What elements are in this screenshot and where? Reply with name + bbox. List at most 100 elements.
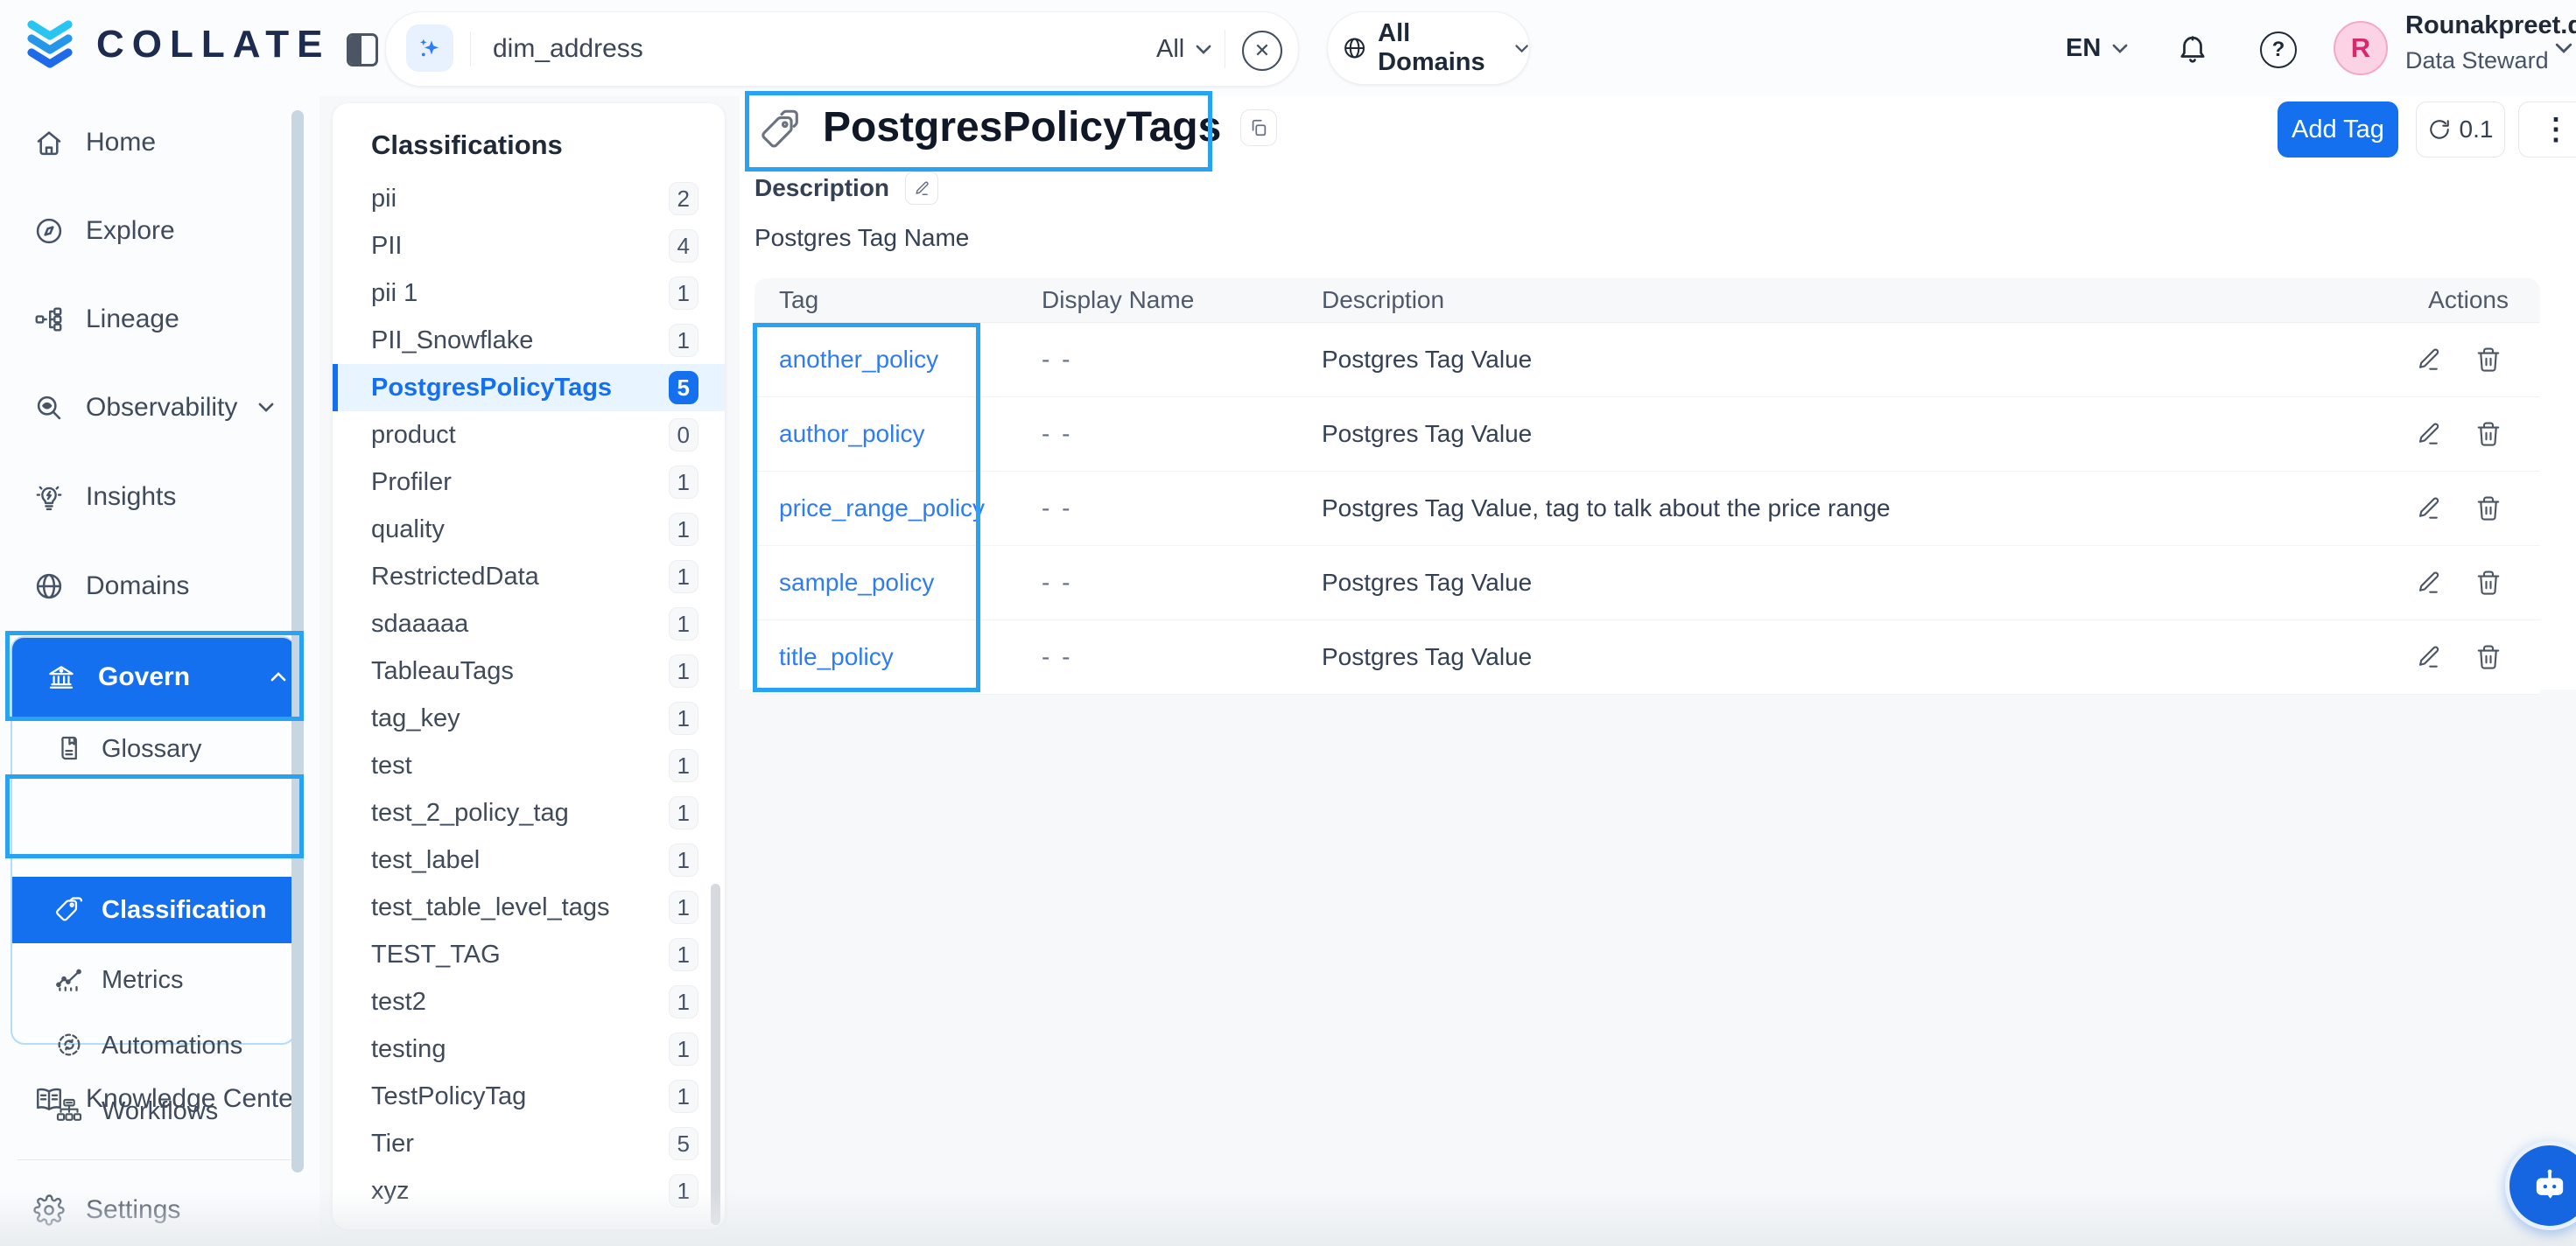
column-header-tag: Tag (755, 286, 1019, 314)
pencil-icon (914, 180, 930, 197)
globe-icon (33, 570, 65, 602)
classification-list-item[interactable]: test 1 (333, 742, 725, 789)
collate-logo[interactable]: COLLATE (25, 18, 331, 72)
tag-name-link[interactable]: sample_policy (779, 569, 934, 596)
classification-list-item[interactable]: sdaaaaa 1 (333, 600, 725, 648)
sidebar-item-settings[interactable]: Settings (0, 1180, 302, 1241)
classification-name: TEST_TAG (371, 941, 501, 970)
version-button[interactable]: 0.1 (2416, 102, 2505, 158)
classification-list-item[interactable]: PII 4 (333, 222, 725, 270)
column-header-display-name: Display Name (1019, 286, 1299, 314)
edit-tag-button[interactable] (2416, 495, 2442, 522)
edit-description-button[interactable] (905, 172, 938, 205)
classification-list-item[interactable]: TEST_TAG 1 (333, 931, 725, 978)
classification-name: tag_key (371, 704, 460, 733)
lineage-icon (33, 304, 65, 335)
classification-list-item[interactable]: TestPolicyTag 1 (333, 1073, 725, 1120)
classification-list-item[interactable]: pii 1 1 (333, 270, 725, 317)
sidebar-item-insights[interactable]: Insights (0, 466, 302, 528)
classification-list-item[interactable]: tag_key 1 (333, 695, 725, 742)
notifications-button[interactable] (2176, 32, 2209, 65)
column-header-actions: Actions (2328, 286, 2540, 314)
search-input[interactable]: dim_address (493, 12, 643, 86)
sidebar-collapse-icon[interactable] (347, 33, 378, 66)
classification-list-item[interactable]: Tier 5 (333, 1120, 725, 1167)
sidebar-item-domains[interactable]: Domains (0, 556, 302, 617)
sidebar-item-automations[interactable]: Automations (12, 1015, 294, 1076)
tag-name-link[interactable]: author_policy (779, 420, 925, 447)
classification-count-badge: 1 (669, 324, 698, 357)
search-scope-dropdown[interactable]: All (1156, 12, 1212, 86)
sidebar-item-lineage[interactable]: Lineage (0, 289, 302, 350)
classification-list-item[interactable]: test_table_level_tags 1 (333, 884, 725, 931)
help-button[interactable]: ? (2260, 32, 2297, 68)
edit-tag-button[interactable] (2416, 570, 2442, 596)
add-tag-button[interactable]: Add Tag (2278, 102, 2398, 158)
delete-tag-button[interactable] (2475, 570, 2502, 596)
classification-list-item[interactable]: PII_Snowflake 1 (333, 317, 725, 364)
user-avatar[interactable]: R (2334, 21, 2388, 75)
classification-list-item[interactable]: RestrictedData 1 (333, 553, 725, 600)
edit-tag-button[interactable] (2416, 346, 2442, 373)
classification-list-item[interactable]: testing 1 (333, 1026, 725, 1073)
sidebar-item-metrics[interactable]: Metrics (12, 949, 294, 1011)
actions-cell (2328, 570, 2540, 596)
display-name-cell: - - (1019, 494, 1299, 522)
classification-list-item[interactable]: test2 1 (333, 978, 725, 1026)
sidebar-item-govern[interactable]: Govern (12, 638, 294, 717)
classification-list-item[interactable]: test_label 1 (333, 836, 725, 884)
tag-name-link[interactable]: price_range_policy (779, 494, 985, 522)
display-name-cell: - - (1019, 643, 1299, 671)
delete-tag-button[interactable] (2475, 495, 2502, 522)
description-text: Postgres Tag Name (755, 224, 969, 252)
sidebar-item-glossary[interactable]: Glossary (12, 718, 294, 780)
classification-list-item[interactable]: pii 2 (333, 175, 725, 222)
tag-name-link[interactable]: title_policy (779, 643, 894, 670)
actions-cell (2328, 421, 2540, 447)
edit-tag-button[interactable] (2416, 421, 2442, 447)
classification-list-item[interactable]: TableauTags 1 (333, 648, 725, 695)
sidebar-item-label: Glossary (102, 718, 201, 780)
classification-list-item[interactable]: xyz 1 (333, 1167, 725, 1214)
sidebar-item-home[interactable]: Home (0, 112, 302, 173)
user-role: Data Steward (2405, 49, 2576, 73)
chat-assistant-button[interactable] (2505, 1141, 2576, 1230)
global-search-bar[interactable]: dim_address All ✕ (385, 11, 1299, 87)
gear-icon (33, 1194, 65, 1226)
brand-name: COLLATE (96, 23, 331, 66)
classification-list-item[interactable]: quality 1 (333, 506, 725, 553)
tags-table: Tag Display Name Description Actions ano… (755, 278, 2540, 695)
language-dropdown[interactable]: EN (2066, 0, 2129, 96)
sidebar-item-knowledge-center[interactable]: Knowledge Center (0, 1068, 302, 1130)
classifications-title: Classifications (333, 103, 725, 175)
user-info[interactable]: Rounakpreet.d Data Steward (2405, 13, 2576, 73)
domains-filter-dropdown[interactable]: All Domains (1327, 11, 1530, 85)
tag-name-link[interactable]: another_policy (779, 346, 938, 373)
edit-tag-button[interactable] (2416, 644, 2442, 670)
delete-tag-button[interactable] (2475, 346, 2502, 373)
classification-name: PII_Snowflake (371, 326, 533, 355)
delete-tag-button[interactable] (2475, 421, 2502, 447)
classifications-scrollbar[interactable] (711, 884, 720, 1225)
sidebar-item-explore[interactable]: Explore (0, 200, 302, 262)
copy-button[interactable] (1240, 109, 1277, 146)
classification-list-item[interactable]: test_2_policy_tag 1 (333, 789, 725, 836)
sidebar-item-observability[interactable]: Observability (0, 377, 302, 438)
classification-list-item[interactable]: Profiler 1 (333, 458, 725, 506)
user-menu-chevron-down-icon[interactable] (2554, 42, 2573, 54)
copy-icon (1249, 118, 1268, 137)
classification-count-badge: 5 (669, 1127, 698, 1160)
classification-list-item[interactable]: product 0 (333, 411, 725, 458)
classification-count-badge: 1 (669, 1032, 698, 1066)
sidebar-scrollbar[interactable] (291, 110, 304, 1172)
classification-count-badge: 1 (669, 1080, 698, 1113)
delete-tag-button[interactable] (2475, 644, 2502, 670)
table-body: another_policy - - Postgres Tag Value (755, 323, 2540, 695)
sidebar-item-classification[interactable]: Classification (12, 877, 294, 943)
classification-name: sdaaaaa (371, 610, 468, 639)
more-options-button[interactable]: ⋮ (2518, 102, 2576, 158)
clear-search-icon[interactable]: ✕ (1242, 31, 1282, 71)
classification-name: test_table_level_tags (371, 893, 609, 922)
classification-list-item[interactable]: PostgresPolicyTags 5 (333, 364, 725, 411)
actions-cell (2328, 644, 2540, 670)
